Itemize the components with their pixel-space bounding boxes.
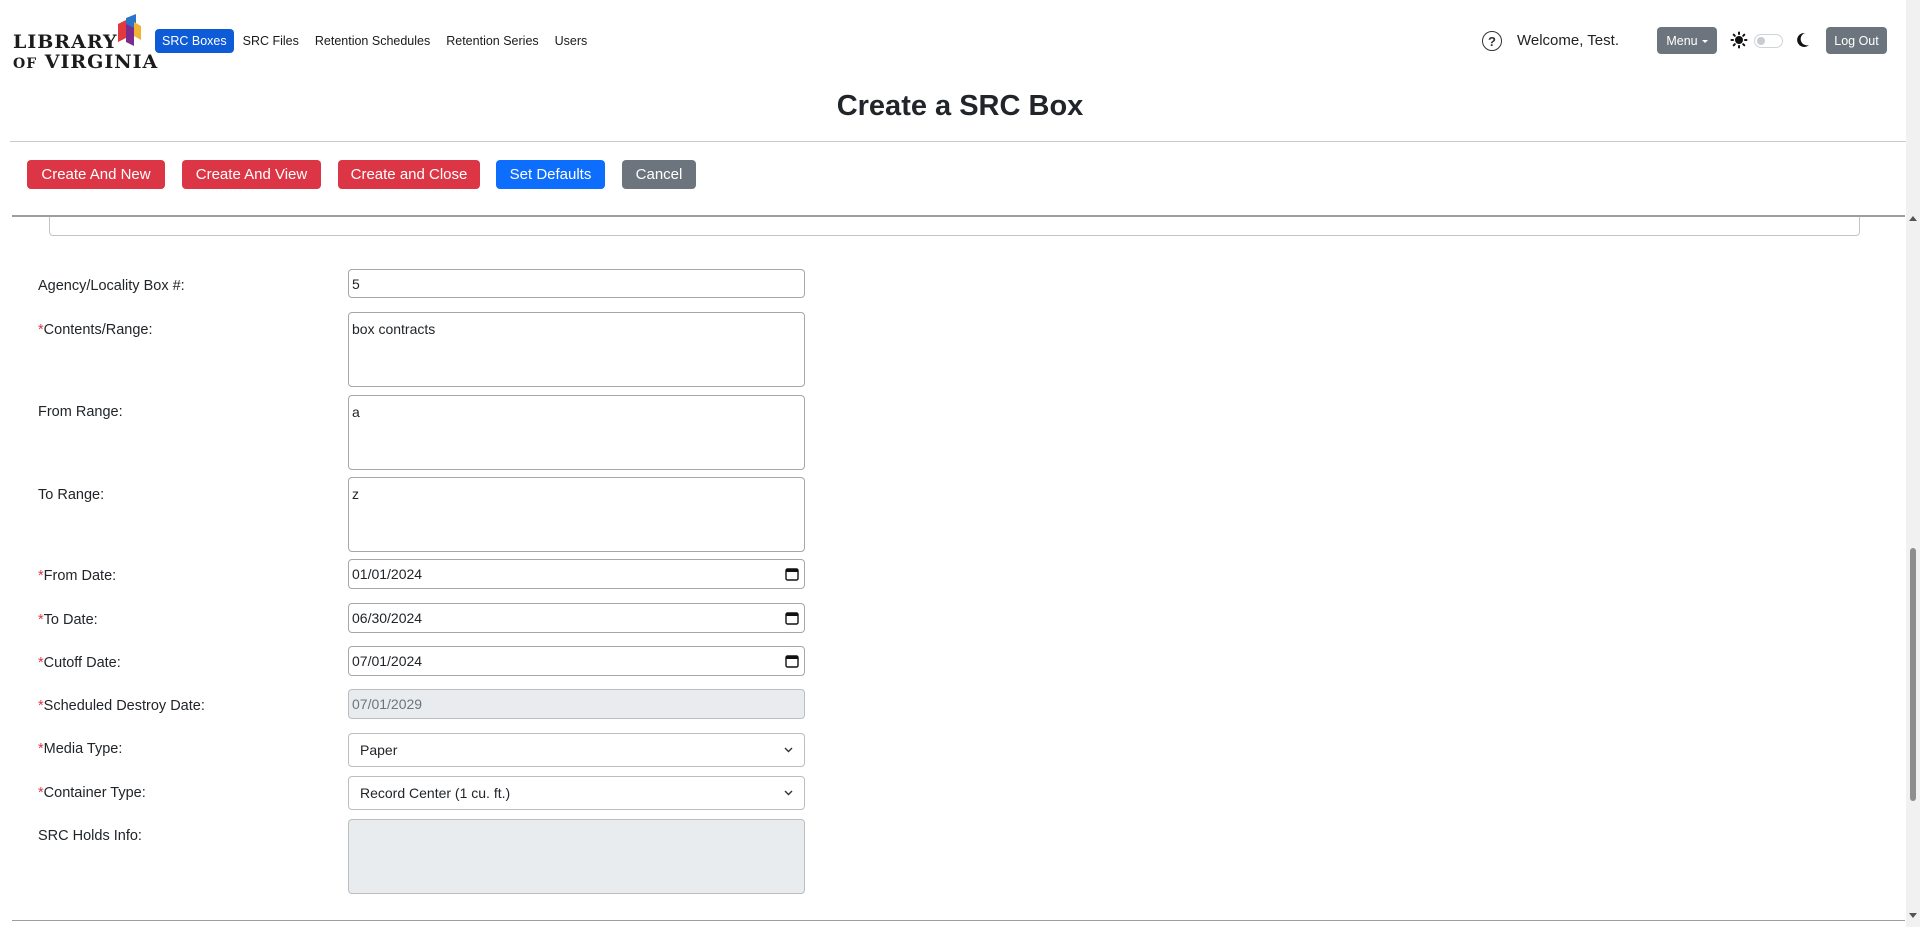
calendar-icon[interactable] xyxy=(785,654,799,668)
main-nav: SRC Boxes SRC Files Retention Schedules … xyxy=(155,28,594,54)
to-range-label: To Range: xyxy=(38,487,104,503)
create-and-new-button[interactable]: Create And New xyxy=(27,160,165,189)
from-date-input[interactable]: 01/01/2024 xyxy=(348,559,805,589)
destroy-date-value: 07/01/2029 xyxy=(352,696,423,712)
to-date-value: 06/30/2024 xyxy=(352,610,423,626)
help-icon[interactable]: ? xyxy=(1482,31,1502,51)
divider xyxy=(10,141,1906,142)
from-range-label-text: From Range: xyxy=(38,404,123,420)
container-type-label: *Container Type: xyxy=(38,785,146,801)
from-date-value: 01/01/2024 xyxy=(352,566,423,582)
create-and-view-button[interactable]: Create And View xyxy=(182,160,321,189)
scroll-up-arrow-icon[interactable] xyxy=(1909,216,1917,221)
holds-info-label-text: SRC Holds Info: xyxy=(38,828,142,844)
to-range-textarea[interactable]: z xyxy=(348,477,805,552)
nav-users[interactable]: Users xyxy=(548,29,595,53)
contents-range-label: *Contents/Range: xyxy=(38,322,152,338)
media-type-label: *Media Type: xyxy=(38,741,122,757)
media-type-select[interactable]: Paper xyxy=(348,733,805,767)
destroy-date-input: 07/01/2029 xyxy=(348,689,805,719)
destroy-date-label: *Scheduled Destroy Date: xyxy=(38,698,205,714)
book-logo-icon xyxy=(118,14,141,46)
container-type-value: Record Center (1 cu. ft.) xyxy=(360,785,511,801)
to-date-label: *To Date: xyxy=(38,612,98,628)
menu-button-label: Menu xyxy=(1666,33,1698,48)
logo-text-of: OF xyxy=(13,56,38,72)
contents-range-value: box contracts xyxy=(352,321,436,337)
from-date-label: *From Date: xyxy=(38,568,116,584)
holds-info-textarea xyxy=(348,819,805,894)
agency-box-label-text: Agency/Locality Box #: xyxy=(38,278,185,294)
logo-text-virginia: VIRGINIA xyxy=(44,51,159,73)
nav-retention-series[interactable]: Retention Series xyxy=(439,29,545,53)
media-type-value: Paper xyxy=(360,742,398,758)
from-range-value: a xyxy=(352,404,360,420)
nav-src-files[interactable]: SRC Files xyxy=(236,29,306,53)
to-date-input[interactable]: 06/30/2024 xyxy=(348,603,805,633)
agency-box-label: Agency/Locality Box #: xyxy=(38,278,185,294)
top-navbar: LIBRARY OF VIRGINIA SRC Boxes SRC Files … xyxy=(0,0,1906,82)
cutoff-date-label-text: Cutoff Date: xyxy=(43,655,121,671)
theme-toggle[interactable] xyxy=(1754,34,1783,48)
calendar-icon[interactable] xyxy=(785,567,799,581)
src-box-form: Agency/Locality Box #: 5 *Contents/Range… xyxy=(12,217,1905,920)
to-range-label-text: To Range: xyxy=(38,487,105,503)
container-type-label-text: Container Type: xyxy=(43,785,146,801)
toggle-knob xyxy=(1757,37,1765,45)
contents-range-label-text: Contents/Range: xyxy=(43,322,153,338)
scroll-down-arrow-icon[interactable] xyxy=(1909,913,1917,918)
cutoff-date-input[interactable]: 07/01/2024 xyxy=(348,646,805,676)
welcome-text: Welcome, Test. xyxy=(1517,32,1619,49)
chevron-down-icon xyxy=(784,790,793,796)
scrollbar-thumb[interactable] xyxy=(1910,548,1916,801)
holds-info-label: SRC Holds Info: xyxy=(38,828,142,844)
page: LIBRARY OF VIRGINIA SRC Boxes SRC Files … xyxy=(0,0,1920,927)
logo-text-line1: LIBRARY xyxy=(13,31,118,53)
library-of-virginia-logo[interactable]: LIBRARY OF VIRGINIA xyxy=(13,14,157,73)
chevron-down-icon xyxy=(784,747,793,753)
media-type-label-text: Media Type: xyxy=(43,741,123,757)
agency-box-input[interactable]: 5 xyxy=(348,269,805,298)
destroy-date-label-text: Scheduled Destroy Date: xyxy=(43,698,205,714)
logout-button[interactable]: Log Out xyxy=(1826,27,1887,54)
from-range-textarea[interactable]: a xyxy=(348,395,805,470)
to-range-value: z xyxy=(352,486,359,502)
previous-section-box xyxy=(49,217,1860,236)
menu-dropdown-button[interactable]: Menu xyxy=(1657,27,1717,54)
cutoff-date-label: *Cutoff Date: xyxy=(38,655,121,671)
form-bottom-divider xyxy=(12,920,1905,921)
page-title: Create a SRC Box xyxy=(836,90,1084,122)
nav-retention-schedules[interactable]: Retention Schedules xyxy=(308,29,437,53)
caret-down-icon xyxy=(1701,40,1708,43)
agency-box-value: 5 xyxy=(352,275,360,292)
nav-src-boxes[interactable]: SRC Boxes xyxy=(155,29,234,53)
from-date-label-text: From Date: xyxy=(43,568,117,584)
page-scrollbar[interactable] xyxy=(1906,0,1920,927)
logo-text-line2: OF VIRGINIA xyxy=(13,51,158,73)
create-and-close-button[interactable]: Create and Close xyxy=(338,160,480,189)
cutoff-date-value: 07/01/2024 xyxy=(352,653,423,669)
to-date-label-text: To Date: xyxy=(43,612,98,628)
from-range-label: From Range: xyxy=(38,404,123,420)
contents-range-textarea[interactable]: box contracts xyxy=(348,312,805,387)
moon-icon[interactable] xyxy=(1796,32,1810,48)
calendar-icon[interactable] xyxy=(785,611,799,625)
sun-icon[interactable] xyxy=(1730,31,1748,49)
container-type-select[interactable]: Record Center (1 cu. ft.) xyxy=(348,776,805,810)
set-defaults-button[interactable]: Set Defaults xyxy=(496,160,605,189)
cancel-button[interactable]: Cancel xyxy=(622,160,696,189)
